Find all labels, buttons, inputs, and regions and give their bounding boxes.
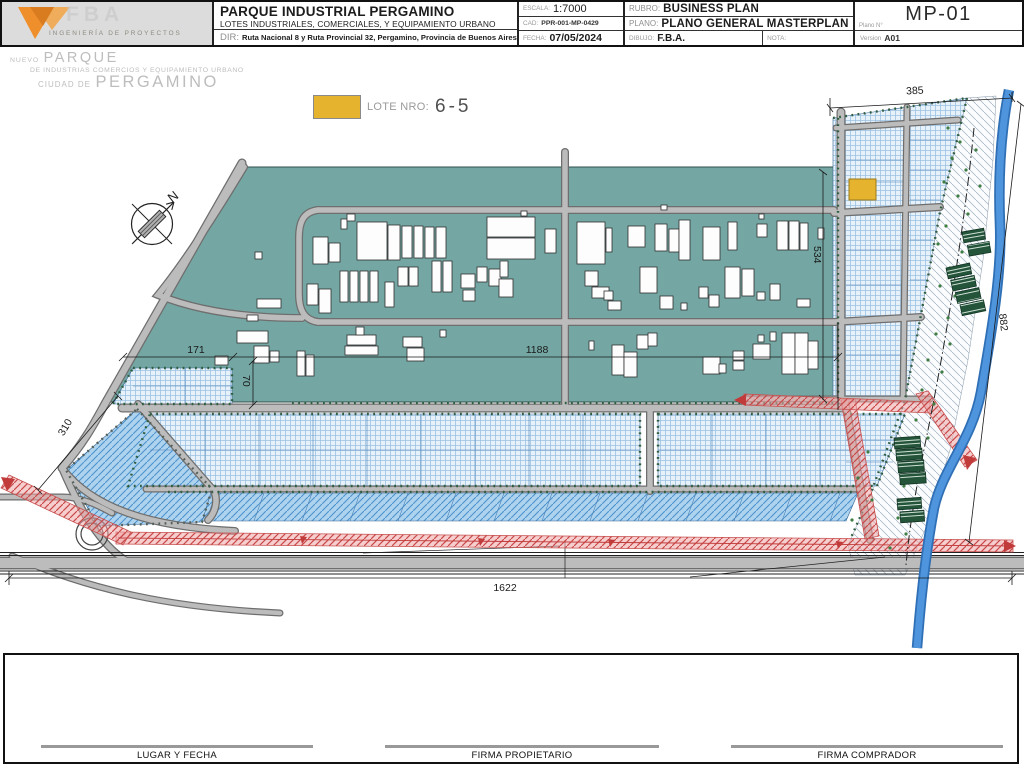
signature-line-comprador[interactable]	[731, 745, 1003, 748]
dim-385: 385	[906, 85, 924, 98]
dim-1188: 1188	[526, 344, 549, 356]
project-title: PARQUE INDUSTRIAL PERGAMINO	[220, 4, 455, 19]
version-value: A01	[884, 33, 900, 43]
dim-1622: 1622	[493, 582, 517, 594]
signature-label-lugar: LUGAR Y FECHA	[136, 750, 218, 761]
logo-tagline: INGENIERÍA DE PROYECTOS	[49, 30, 182, 37]
lot-legend: LOTE NRO: 6-5	[313, 95, 471, 119]
dim-70: 70	[240, 375, 252, 387]
dibujo-value: F.B.A.	[657, 32, 685, 44]
rubro-value: BUSINESS PLAN	[663, 2, 760, 15]
meta-cell: ESCALA: 1:7000 CAD: PPR-001-MP-0429 FECH…	[519, 2, 625, 45]
nota-label: NOTA:	[767, 34, 787, 42]
title-block: FBA INGENIERÍA DE PROYECTOS PARQUE INDUS…	[0, 0, 1024, 47]
plano-value: PLANO GENERAL MASTERPLAN	[661, 17, 849, 30]
dim-310: 310	[56, 417, 75, 438]
version-label: Version	[860, 34, 882, 42]
dim-171: 171	[187, 344, 205, 356]
wm-pergamino: PERGAMINO	[95, 72, 219, 91]
plan-sheet: N 385 534 882 1188 171 70 310 1622 FBA I…	[0, 0, 1024, 768]
sheet-number-label: Plano N°	[859, 23, 883, 29]
rubro-label: RUBRO:	[629, 4, 661, 14]
escala-label: ESCALA:	[523, 5, 550, 13]
project-cell: PARQUE INDUSTRIAL PERGAMINO LOTES INDUST…	[214, 2, 519, 45]
lot-strip2	[151, 492, 859, 522]
cad-label: CAD:	[523, 20, 539, 27]
wm-nuevo: NUEVO	[10, 57, 40, 64]
dim-882: 882	[996, 313, 1010, 332]
fecha-label: FECHA:	[523, 34, 547, 42]
dim-534: 534	[811, 246, 823, 264]
escala-value: 1:7000	[553, 2, 587, 15]
plan-cell: RUBRO: BUSINESS PLAN PLANO: PLANO GENERA…	[625, 2, 855, 46]
logo-cell: FBA INGENIERÍA DE PROYECTOS	[2, 2, 214, 45]
fba-watermark-text: FBA	[66, 3, 125, 26]
dir-label: DIR:	[220, 32, 239, 43]
wm-parque: PARQUE	[43, 50, 119, 66]
signature-label-propietario: FIRMA PROPIETARIO	[471, 750, 573, 761]
fecha-value: 07/05/2024	[549, 32, 602, 45]
wm-ciudad-de: CIUDAD DE	[38, 79, 92, 89]
lot-legend-value: 6-5	[435, 96, 472, 117]
north-label: N	[165, 188, 182, 206]
plano-label: PLANO:	[629, 19, 659, 28]
dir-value: Ruta Nacional 8 y Ruta Provincial 32, Pe…	[242, 33, 517, 42]
lot-legend-label: LOTE NRO:	[367, 101, 429, 113]
lot-color-swatch	[313, 95, 361, 119]
north-arrow: N	[130, 188, 182, 246]
highlighted-lot-6-5[interactable]	[848, 178, 877, 201]
project-subtitle: LOTES INDUSTRIALES, COMERCIALES, Y EQUIP…	[220, 19, 496, 29]
project-watermark: NUEVO PARQUE DE INDUSTRIAS COMERCIOS Y E…	[10, 50, 244, 92]
signature-box: LUGAR Y FECHA FIRMA PROPIETARIO FIRMA CO…	[3, 653, 1019, 764]
dibujo-label: DIBUJO:	[629, 34, 655, 42]
signature-label-comprador: FIRMA COMPRADOR	[817, 750, 917, 761]
sheet-number-cell: MP-01 Plano N° Version A01	[855, 2, 1022, 45]
cad-value: PPR-001-MP-0429	[541, 20, 599, 27]
signature-line-propietario[interactable]	[385, 745, 659, 748]
signature-line-lugar[interactable]	[41, 745, 313, 748]
